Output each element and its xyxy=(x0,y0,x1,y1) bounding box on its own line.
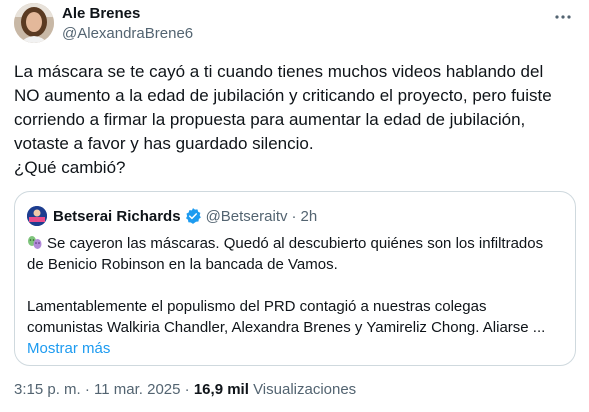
more-icon[interactable] xyxy=(551,5,575,29)
tweet-text: La máscara se te cayó a ti cuando tienes… xyxy=(14,60,576,180)
show-more-link[interactable]: Mostrar más xyxy=(27,338,567,359)
quote-text-line: Lamentablemente el populismo del PRD con… xyxy=(27,298,487,315)
quote-timestamp[interactable]: 2h xyxy=(300,208,317,225)
quote-text: Se cayeron las máscaras. Quedó al descub… xyxy=(27,233,567,359)
tweet-text-line: corriendo a firmar la propuesta para aum… xyxy=(14,110,526,129)
quoted-tweet[interactable]: Betserai Richards @Betseraitv · 2h Se ca… xyxy=(14,191,576,366)
author-display-name[interactable]: Ale Brenes xyxy=(62,4,193,24)
tweet-date[interactable]: 11 mar. 2025 xyxy=(94,381,180,398)
verified-badge-icon xyxy=(184,207,202,225)
quote-text-line: comunistas Walkiria Chandler, Alexandra … xyxy=(27,319,546,336)
quote-author-display-name[interactable]: Betserai Richards xyxy=(53,208,181,225)
separator-dot: · xyxy=(84,381,90,398)
views-label: Visualizaciones xyxy=(253,381,357,398)
author-avatar[interactable] xyxy=(14,3,54,43)
tweet-text-line: La máscara se te cayó a ti cuando tienes… xyxy=(14,62,544,81)
tweet-text-line: votaste a favor y has guardado silencio. xyxy=(14,134,314,153)
quote-text-line: Se cayeron las máscaras. Quedó al descub… xyxy=(27,233,567,254)
author-handle[interactable]: @AlexandraBrene6 xyxy=(62,24,193,44)
tweet-time[interactable]: 3:15 p. m. xyxy=(14,381,81,398)
separator-dot: · xyxy=(291,207,297,225)
tweet-text-line: NO aumento a la edad de jubilación y cri… xyxy=(14,86,552,105)
quote-author-avatar[interactable] xyxy=(27,206,47,226)
quote-text-line: de Benicio Robinson en la bancada de Vam… xyxy=(27,256,338,273)
performing-arts-masks-icon xyxy=(27,235,42,250)
separator-dot: · xyxy=(184,381,190,398)
tweet-meta: 3:15 p. m. · 11 mar. 2025 · 16,9 mil Vis… xyxy=(14,381,356,398)
tweet-header: Ale Brenes @AlexandraBrene6 xyxy=(14,3,575,47)
quote-author-handle[interactable]: @Betseraitv xyxy=(206,208,288,225)
tweet-text-line: ¿Qué cambió? xyxy=(14,158,126,177)
views-count: 16,9 mil xyxy=(193,381,249,398)
